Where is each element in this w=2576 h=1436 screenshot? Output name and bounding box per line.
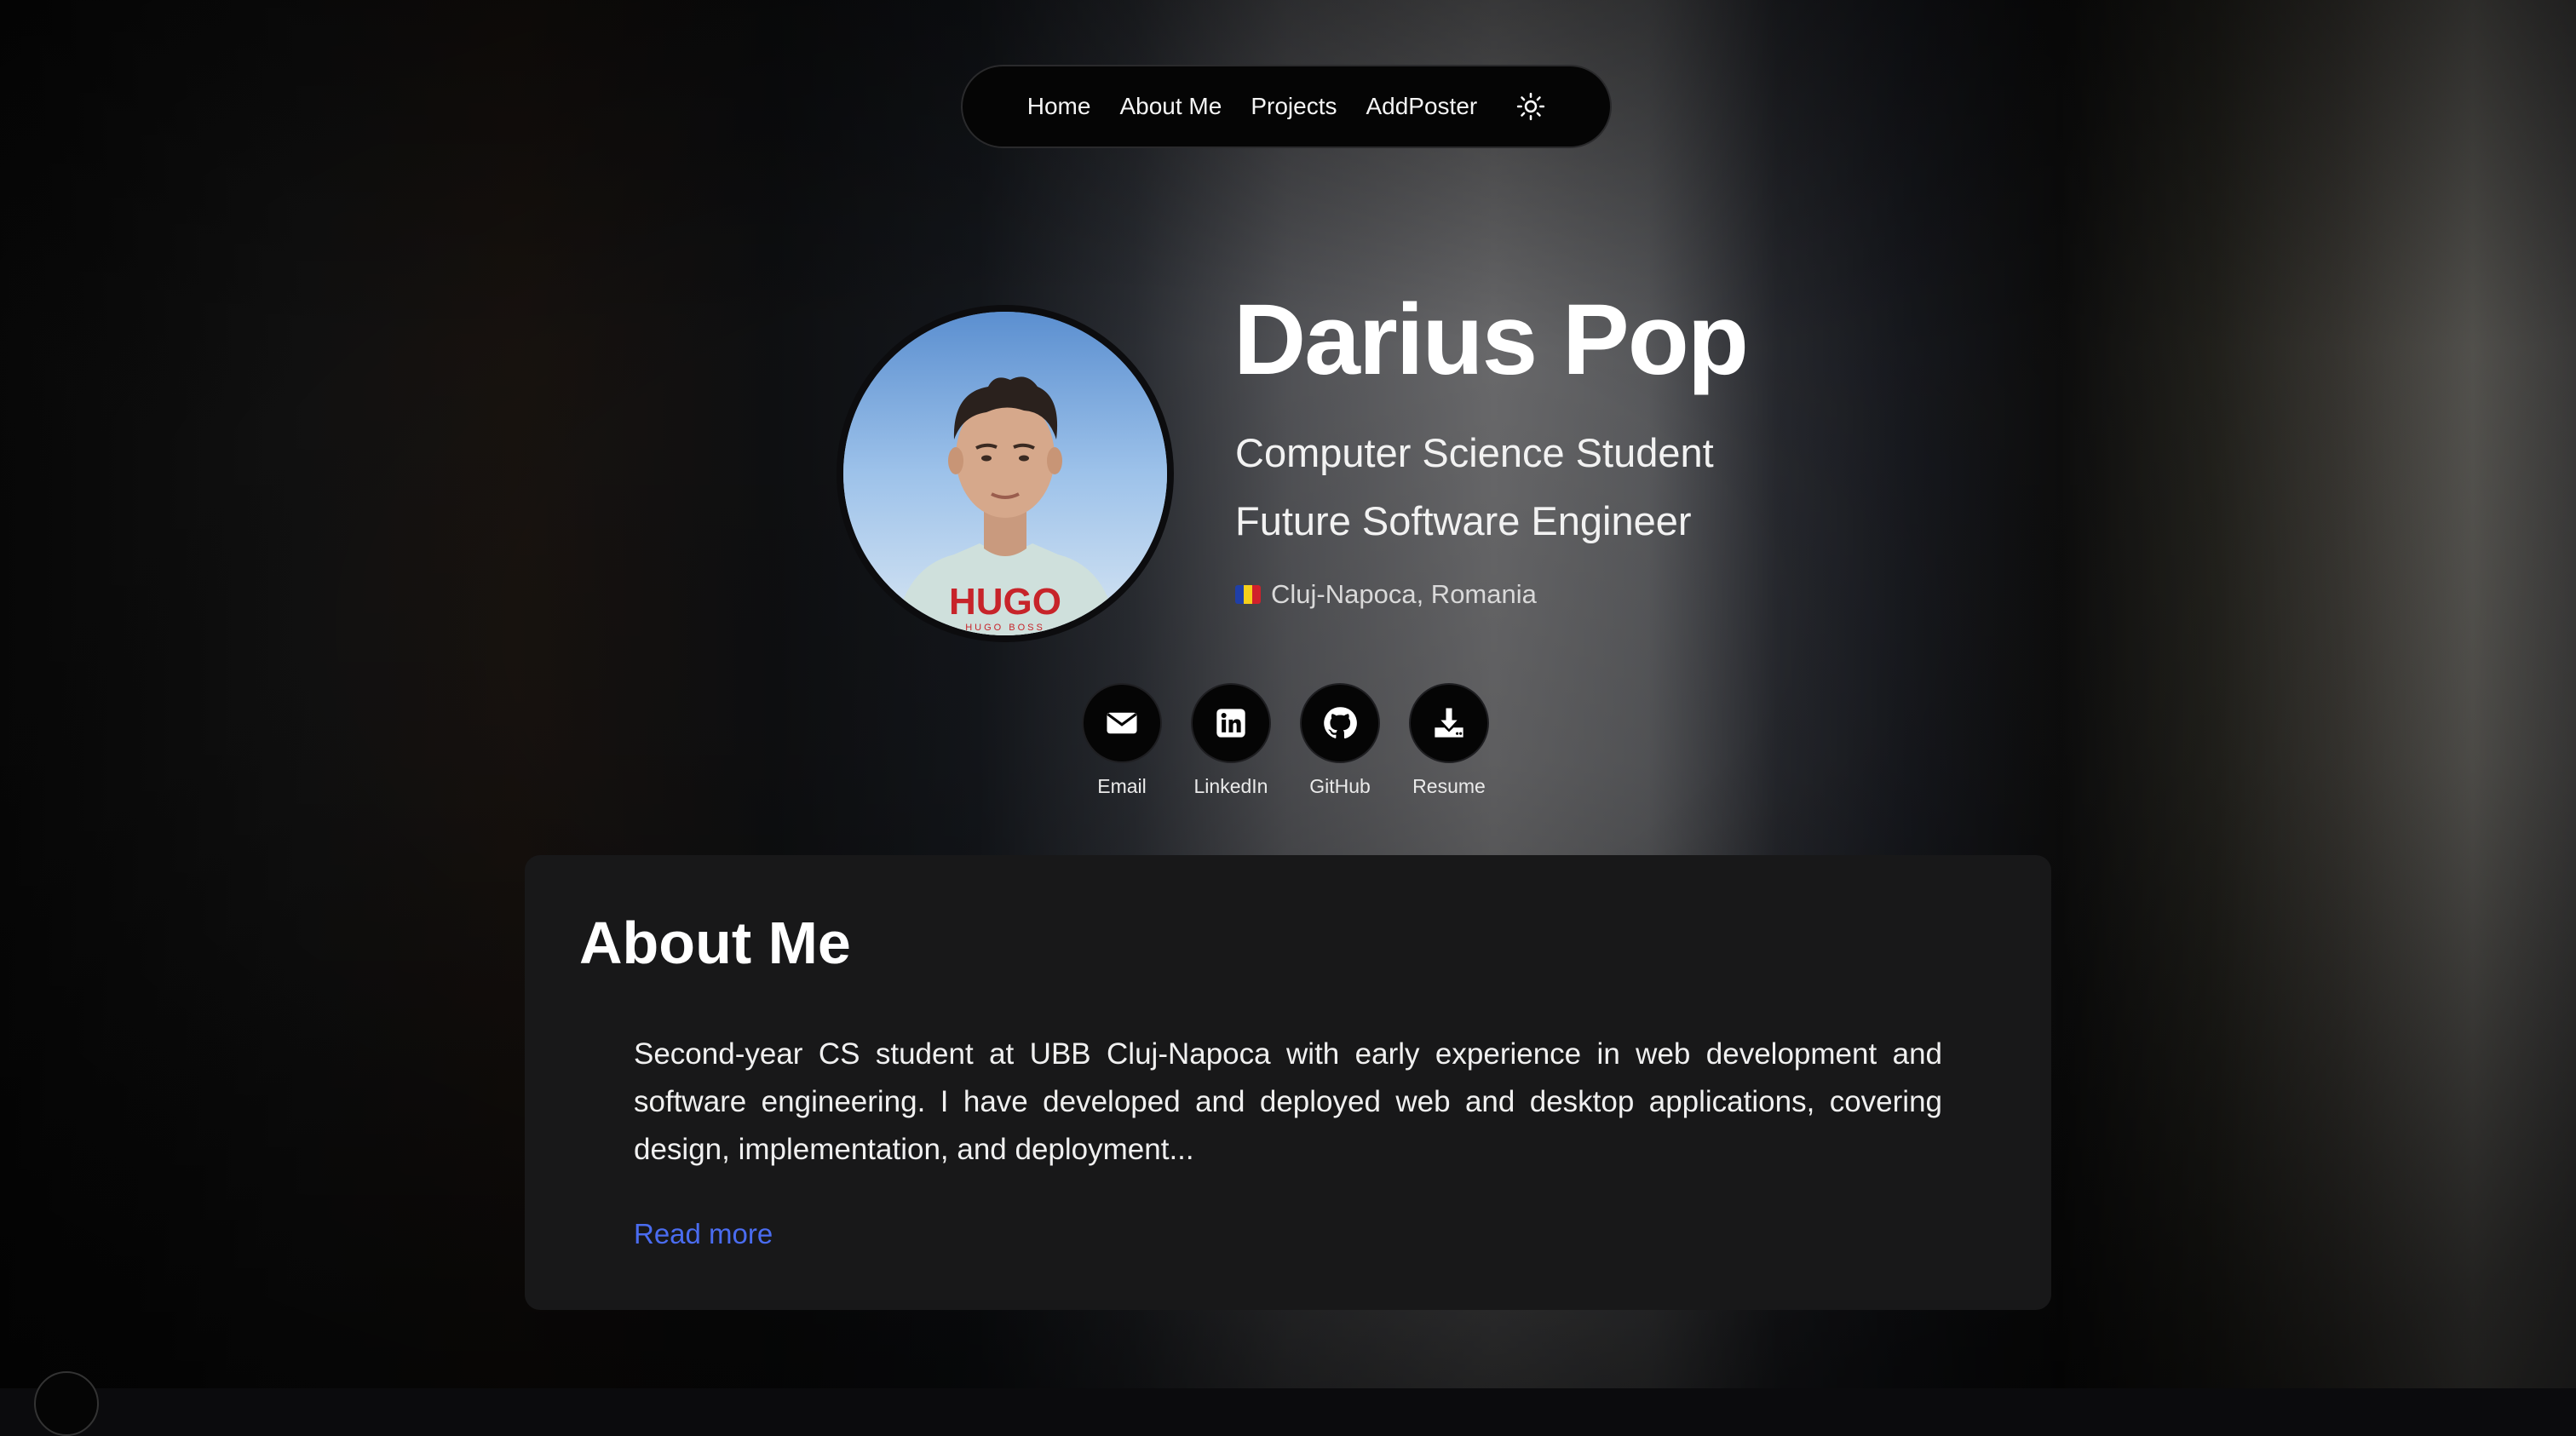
nav-home[interactable]: Home	[1027, 93, 1091, 120]
hero-subtitle-2: Future Software Engineer	[1235, 498, 1692, 543]
github-button[interactable]	[1300, 683, 1380, 763]
resume-link[interactable]: Resume	[1409, 683, 1489, 798]
email-link[interactable]: Email	[1082, 683, 1162, 798]
email-label: Email	[1097, 775, 1147, 797]
download-icon	[1435, 708, 1463, 738]
linkedin-icon	[1216, 709, 1245, 738]
nav-about-me[interactable]: About Me	[1119, 93, 1222, 120]
top-nav: Home About Me Projects AddPoster	[961, 65, 1612, 148]
github-icon	[1324, 707, 1357, 739]
avatar-portrait: HUGO HUGO BOSS	[843, 312, 1167, 635]
hero-subtitle-1: Computer Science Student	[1235, 430, 1714, 475]
avatar: HUGO HUGO BOSS	[837, 305, 1174, 642]
avatar-shirt-text: HUGO	[949, 581, 1061, 623]
envelope-icon	[1107, 712, 1137, 734]
hero-name: Darius Pop	[1233, 284, 1749, 396]
social-links: Email LinkedIn GitHub Resume	[1082, 683, 1489, 798]
hero-location: Cluj-Napoca, Romania	[1235, 579, 1537, 610]
location-text: Cluj-Napoca, Romania	[1271, 579, 1537, 609]
sun-icon[interactable]	[1516, 92, 1545, 121]
romania-flag-icon	[1235, 585, 1261, 604]
nav-addposter[interactable]: AddPoster	[1366, 93, 1477, 120]
scroll-button[interactable]	[34, 1371, 99, 1436]
linkedin-link[interactable]: LinkedIn	[1191, 683, 1271, 798]
github-label: GitHub	[1309, 775, 1371, 797]
github-link[interactable]: GitHub	[1300, 683, 1380, 798]
linkedin-button[interactable]	[1191, 683, 1271, 763]
email-button[interactable]	[1082, 683, 1162, 763]
resume-button[interactable]	[1409, 683, 1489, 763]
about-title: About Me	[579, 910, 851, 976]
linkedin-label: LinkedIn	[1193, 775, 1268, 797]
about-card: About Me Second-year CS student at UBB C…	[525, 855, 2051, 1310]
read-more-link[interactable]: Read more	[634, 1218, 773, 1250]
about-text: Second-year CS student at UBB Cluj-Napoc…	[634, 1037, 1942, 1166]
avatar-shirt-subtext: HUGO BOSS	[965, 623, 1045, 633]
nav-projects[interactable]: Projects	[1251, 93, 1337, 120]
resume-label: Resume	[1412, 775, 1486, 797]
